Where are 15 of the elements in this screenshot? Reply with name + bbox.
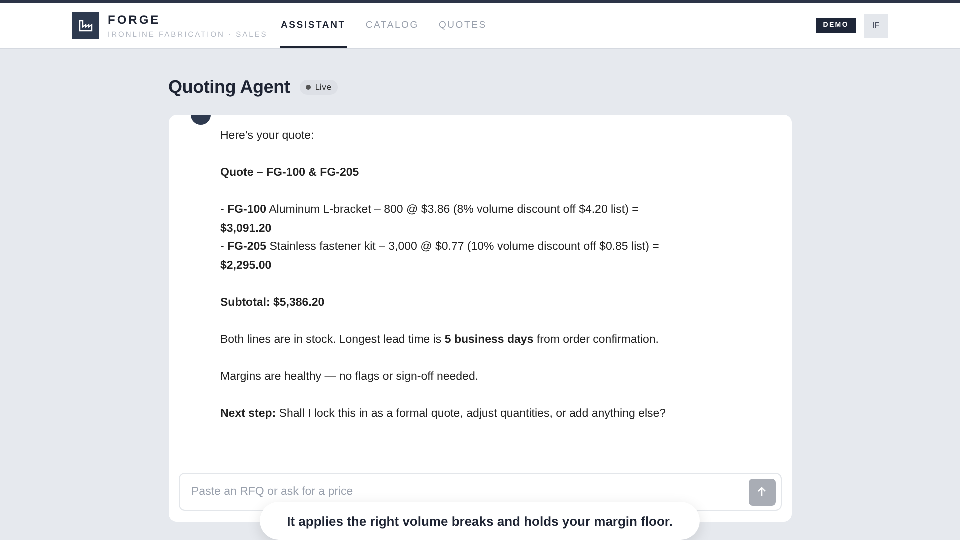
message-paragraph: Both lines are in stock. Longest lead time is 5 business days from order confirmation.: [220, 332, 660, 348]
message-paragraph: - FG-100 Aluminum L-bracket – 800 @ $3.86 (8% volume discount off $4.20 list) = $3,091.20 - FG-205 Stainless fastener kit – 3,000 @ $0.77 (10% volume discount off $0.85 list) = $2,295.00: [220, 203, 660, 274]
brand-name: FORGE: [108, 12, 162, 26]
caption-bubble: It applies the right volume breaks and holds your margin floor.: [260, 502, 700, 540]
message-paragraph: Here’s your quote:: [220, 129, 316, 144]
message-paragraph: Next step: Shall I lock this in as a formal quote, adjust quantities, or add anything else?: [220, 406, 668, 422]
arrow-up-icon: [757, 487, 767, 497]
message-paragraph: Quote – FG-100 & FG-205: [220, 166, 360, 181]
message-paragraph: Subtotal: $5,386.20: [220, 296, 326, 310]
status-pill: Live: [300, 80, 338, 94]
message-paragraph: Margins are healthy — no flags or sign-off needed.: [220, 370, 480, 384]
user-avatar[interactable]: IF: [864, 14, 888, 38]
factory-logo: [72, 12, 99, 39]
page-title: Quoting Agent: [168, 76, 290, 98]
nav-tab[interactable]: ASSISTANT: [280, 3, 347, 48]
